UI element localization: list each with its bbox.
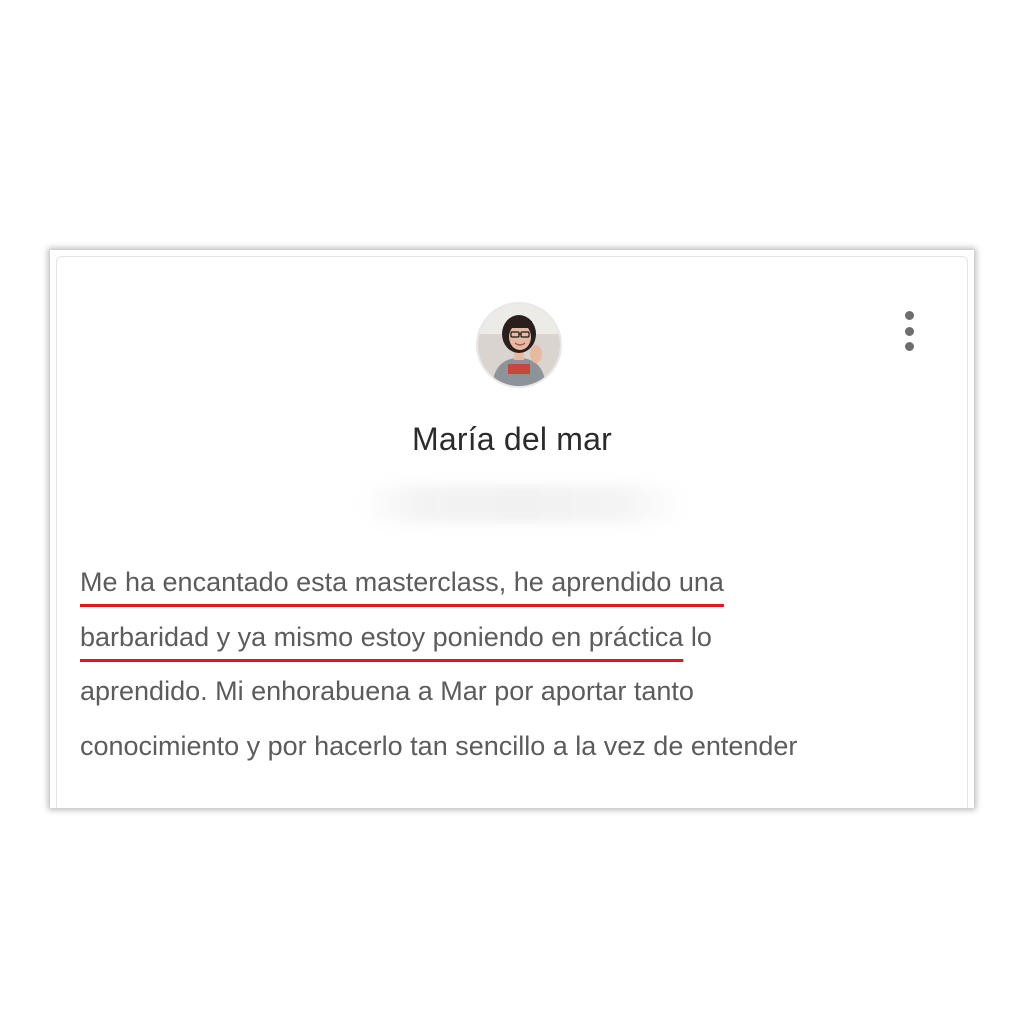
review-card: María del mar Me ha encantado esta maste… xyxy=(56,256,968,808)
profile-photo-icon xyxy=(478,304,560,386)
author-name: María del mar xyxy=(412,421,612,457)
plain-text: aprendido. Mi enhorabuena a Mar por apor… xyxy=(80,676,694,706)
screenshot-stage: María del mar Me ha encantado esta maste… xyxy=(0,0,1024,1024)
blurred-subtitle xyxy=(357,485,687,523)
more-vertical-icon xyxy=(904,326,914,336)
review-line: barbaridad y ya mismo estoy poniendo en … xyxy=(80,610,960,665)
more-vertical-icon xyxy=(904,342,914,351)
plain-text: conocimiento y por hacerlo tan sencillo … xyxy=(80,730,798,761)
highlighted-text: Me ha encantado esta masterclass, he apr… xyxy=(80,567,724,597)
avatar[interactable] xyxy=(476,302,562,388)
highlighted-text: barbaridad y ya mismo estoy poniendo en … xyxy=(80,621,684,652)
review-line: aprendido. Mi enhorabuena a Mar por apor… xyxy=(80,664,960,719)
more-vertical-icon xyxy=(904,311,914,320)
more-options-button[interactable] xyxy=(895,309,923,353)
review-line: Me ha encantado esta masterclass, he apr… xyxy=(80,555,960,610)
plain-text: lo xyxy=(683,621,712,652)
review-card-frame: María del mar Me ha encantado esta maste… xyxy=(50,250,974,808)
review-line: conocimiento y por hacerlo tan sencillo … xyxy=(80,719,960,774)
review-text: Me ha encantado esta masterclass, he apr… xyxy=(80,555,960,773)
